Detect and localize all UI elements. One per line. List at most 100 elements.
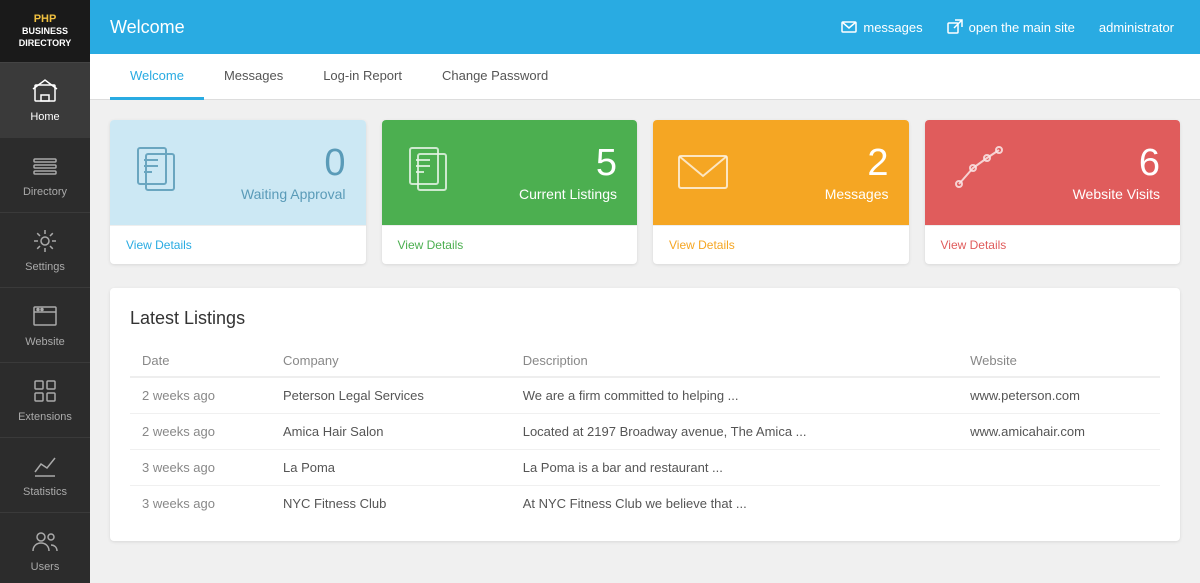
envelope-icon [673, 140, 733, 205]
documents-icon-blue [130, 140, 190, 205]
current-listings-count: 5 [519, 144, 617, 182]
extensions-icon [31, 377, 59, 405]
directory-icon [31, 152, 59, 180]
website-icon [31, 302, 59, 330]
row-description: At NYC Fitness Club we believe that ... [511, 486, 958, 522]
row-company: NYC Fitness Club [271, 486, 511, 522]
sidebar: PHP BUSINESS DIRECTORY Home Directory Se… [0, 0, 90, 583]
topbar-actions: messages open the main site administrato… [841, 19, 1180, 35]
row-description: La Poma is a bar and restaurant ... [511, 450, 958, 486]
card-waiting-approval-info: 0 Waiting Approval [241, 144, 346, 202]
col-company: Company [271, 345, 511, 377]
sidebar-logo[interactable]: PHP BUSINESS DIRECTORY [0, 0, 90, 63]
topbar-messages-link[interactable]: messages [841, 19, 922, 35]
table-row: 3 weeks ago La Poma La Poma is a bar and… [130, 450, 1160, 486]
col-description: Description [511, 345, 958, 377]
statistics-icon [31, 452, 59, 480]
logo-dir: DIRECTORY [8, 38, 82, 50]
card-waiting-approval-body: 0 Waiting Approval [110, 120, 366, 225]
sidebar-item-statistics[interactable]: Statistics [0, 438, 90, 513]
sidebar-item-directory-label: Directory [23, 186, 67, 198]
home-icon [31, 77, 59, 105]
content-area: Welcome Messages Log-in Report Change Pa… [90, 54, 1200, 583]
listings-table: Date Company Description Website 2 weeks… [130, 345, 1160, 521]
col-website: Website [958, 345, 1160, 377]
waiting-approval-link[interactable]: View Details [126, 238, 192, 252]
topbar-open-site-link[interactable]: open the main site [947, 19, 1075, 35]
card-waiting-approval: 0 Waiting Approval View Details [110, 120, 366, 264]
messages-label: Messages [825, 186, 889, 202]
row-company: Peterson Legal Services [271, 377, 511, 414]
row-description: Located at 2197 Broadway avenue, The Ami… [511, 414, 958, 450]
sidebar-item-settings[interactable]: Settings [0, 213, 90, 288]
tab-login-report[interactable]: Log-in Report [303, 54, 422, 100]
sidebar-item-extensions[interactable]: Extensions [0, 363, 90, 438]
sidebar-item-website[interactable]: Website [0, 288, 90, 363]
sidebar-item-extensions-label: Extensions [18, 411, 72, 423]
website-visits-count: 6 [1073, 144, 1160, 182]
chart-icon [945, 140, 1005, 205]
card-current-listings: 5 Current Listings View Details [382, 120, 638, 264]
row-website: www.peterson.com [958, 377, 1160, 414]
logo-biz: BUSINESS [8, 26, 82, 38]
topbar-admin-label: administrator [1099, 20, 1174, 35]
card-messages-footer: View Details [653, 225, 909, 264]
sidebar-item-website-label: Website [25, 336, 65, 348]
latest-listings-section: Latest Listings Date Company Description… [110, 288, 1180, 541]
messages-link[interactable]: View Details [669, 238, 735, 252]
row-date: 2 weeks ago [130, 377, 271, 414]
sidebar-item-statistics-label: Statistics [23, 486, 67, 498]
card-messages: 2 Messages View Details [653, 120, 909, 264]
sidebar-item-users-label: Users [31, 561, 60, 573]
message-icon [841, 19, 857, 35]
table-row: 3 weeks ago NYC Fitness Club At NYC Fitn… [130, 486, 1160, 522]
card-messages-body: 2 Messages [653, 120, 909, 225]
logo-php: PHP [8, 12, 82, 26]
messages-count: 2 [825, 144, 889, 182]
row-website: www.amicahair.com [958, 414, 1160, 450]
row-company: Amica Hair Salon [271, 414, 511, 450]
latest-listings-title: Latest Listings [130, 308, 1160, 329]
website-visits-link[interactable]: View Details [941, 238, 1007, 252]
topbar-messages-label: messages [863, 20, 922, 35]
waiting-approval-count: 0 [241, 144, 346, 182]
table-row: 2 weeks ago Peterson Legal Services We a… [130, 377, 1160, 414]
card-waiting-approval-footer: View Details [110, 225, 366, 264]
tab-change-password[interactable]: Change Password [422, 54, 568, 100]
row-website [958, 450, 1160, 486]
card-website-visits: 6 Website Visits View Details [925, 120, 1181, 264]
tab-messages[interactable]: Messages [204, 54, 303, 100]
sidebar-item-home[interactable]: Home [0, 63, 90, 138]
settings-icon [31, 227, 59, 255]
current-listings-link[interactable]: View Details [398, 238, 464, 252]
table-header-row: Date Company Description Website [130, 345, 1160, 377]
users-icon [31, 527, 59, 555]
documents-icon-green [402, 140, 462, 205]
card-website-visits-body: 6 Website Visits [925, 120, 1181, 225]
row-website [958, 486, 1160, 522]
card-website-visits-info: 6 Website Visits [1073, 144, 1160, 202]
topbar-open-site-label: open the main site [969, 20, 1075, 35]
website-visits-label: Website Visits [1073, 186, 1160, 202]
topbar-title: Welcome [110, 17, 841, 38]
row-company: La Poma [271, 450, 511, 486]
stats-cards: 0 Waiting Approval View Details [110, 120, 1180, 264]
waiting-approval-label: Waiting Approval [241, 186, 346, 202]
row-date: 3 weeks ago [130, 486, 271, 522]
sidebar-item-directory[interactable]: Directory [0, 138, 90, 213]
sidebar-item-users[interactable]: Users [0, 513, 90, 583]
tabs: Welcome Messages Log-in Report Change Pa… [90, 54, 1200, 100]
topbar-admin-menu[interactable]: administrator [1099, 20, 1180, 35]
sidebar-item-settings-label: Settings [25, 261, 65, 273]
tab-welcome[interactable]: Welcome [110, 54, 204, 100]
row-date: 3 weeks ago [130, 450, 271, 486]
current-listings-label: Current Listings [519, 186, 617, 202]
main-content: Welcome messages open the main site admi… [90, 0, 1200, 583]
card-current-listings-info: 5 Current Listings [519, 144, 617, 202]
external-link-icon [947, 19, 963, 35]
row-date: 2 weeks ago [130, 414, 271, 450]
card-website-visits-footer: View Details [925, 225, 1181, 264]
card-current-listings-footer: View Details [382, 225, 638, 264]
card-current-listings-body: 5 Current Listings [382, 120, 638, 225]
col-date: Date [130, 345, 271, 377]
